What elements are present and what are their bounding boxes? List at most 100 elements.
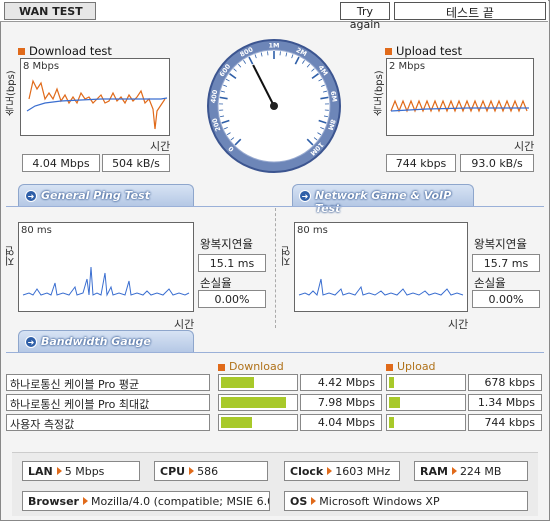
upload-average-line (390, 107, 529, 112)
upload-value: 678 kbps (468, 374, 542, 391)
bandwidth-divider (6, 352, 544, 353)
download-mbps-value: 4.04 Mbps (22, 154, 100, 172)
info-browser-key: Browser (28, 495, 79, 508)
upload-bar-fill (389, 417, 394, 428)
ping-divider-top (6, 206, 544, 207)
download-test-label: Download test (18, 44, 112, 58)
info-clock-key: Clock (290, 465, 324, 478)
upload-bar (386, 394, 466, 411)
info-browser-value: Mozilla/4.0 (compatible; MSIE 6.0 (90, 495, 270, 508)
upload-chart-svg (390, 99, 529, 113)
bullet-icon (386, 363, 393, 371)
ping-divider-middle (275, 208, 276, 328)
bandwidth-row-label: 하나로통신 케이블 Pro 최대값 (6, 394, 210, 411)
info-os-key: OS (290, 495, 308, 508)
info-ram-value: 224 MB (459, 465, 502, 478)
info-clock-value: 1603 MHz (335, 465, 391, 478)
download-chart-svg (26, 79, 168, 130)
info-ram-key: RAM (420, 465, 448, 478)
tab-general-ping[interactable]: ➜ General Ping Test (18, 184, 194, 206)
download-ylabel: 속도(bps) (6, 70, 17, 116)
ping-general-chart: 80 ms (18, 222, 194, 312)
ping-game-rtt-value: 15.7 ms (472, 254, 540, 272)
download-kbs-value: 504 kB/s (102, 154, 170, 172)
download-chart: 8 Mbps (20, 58, 170, 136)
triangle-icon (451, 467, 457, 475)
ping-general-rtt-value: 15.1 ms (198, 254, 266, 272)
download-value: 7.98 Mbps (300, 394, 382, 411)
ping-general-series-line (22, 266, 190, 297)
bullet-icon (18, 48, 25, 55)
try-again-button[interactable]: Try again (340, 2, 390, 31)
download-bar-fill (221, 397, 286, 408)
download-bar (218, 414, 298, 431)
tab-bandwidth-gauge[interactable]: ➜ Bandwidth Gauge (18, 330, 194, 352)
ping-general-rtt-label: 왕복지연율 (200, 237, 253, 251)
download-bar (218, 394, 298, 411)
gauge-tick-label: 6M (329, 90, 339, 102)
upload-bar-fill (389, 397, 400, 408)
upload-test-title: Upload test (396, 44, 463, 58)
upload-bar (386, 414, 466, 431)
system-info-area: LAN 5 Mbps CPU 586 Clock 1603 MHz RAM 224 MB… (12, 452, 538, 516)
arrow-right-icon: ➜ (25, 336, 37, 348)
bandwidth-row-label: 하나로통신 케이블 Pro 평균 (6, 374, 210, 391)
info-cpu-value: 586 (197, 465, 219, 478)
download-value: 4.04 Mbps (300, 414, 382, 431)
bandwidth-download-header: Download (218, 360, 284, 373)
upload-bar (386, 374, 466, 391)
info-lan: LAN 5 Mbps (22, 461, 140, 481)
download-bar-fill (221, 377, 254, 388)
download-series-line (28, 79, 166, 130)
upload-kbs-value: 93.0 kB/s (460, 154, 534, 172)
download-test-title: Download test (29, 44, 112, 58)
info-lan-key: LAN (28, 465, 53, 478)
bandwidth-upload-title: Upload (397, 360, 436, 373)
download-bar (218, 374, 298, 391)
tab-network-game[interactable]: ➜ Network Game & VoIP Test (292, 184, 474, 215)
ping-game-chart: 80 ms (294, 222, 468, 312)
upload-bar-fill (389, 377, 394, 388)
triangle-icon (327, 467, 333, 475)
info-lan-value: 5 Mbps (64, 465, 105, 478)
upload-chart: 2 Mbps (386, 58, 534, 136)
bandwidth-upload-header: Upload (386, 360, 436, 373)
info-ram: RAM 224 MB (414, 461, 528, 481)
upload-ylabel: 속도(bps) (374, 70, 385, 116)
ping-game-rtt-label: 왕복지연율 (474, 237, 527, 251)
info-cpu: CPU 586 (154, 461, 268, 481)
info-browser: Browser Mozilla/4.0 (compatible; MSIE 6.0 (22, 491, 270, 511)
ping-general-svg (22, 266, 190, 297)
bandwidth-download-title: Download (229, 360, 284, 373)
download-value: 4.42 Mbps (300, 374, 382, 391)
upload-value: 1.34 Mbps (468, 394, 542, 411)
ping-general-loss-label: 손실율 (200, 276, 232, 290)
bullet-icon (385, 48, 392, 55)
top-bar: WAN TEST Try again 테스트 끝 (0, 0, 548, 31)
bandwidth-row-label: 사용자 측정값 (6, 414, 210, 431)
download-xlabel: 시간 (150, 140, 171, 153)
triangle-icon (56, 467, 62, 475)
arrow-right-icon: ➜ (299, 190, 311, 202)
gauge-tick-label: 1M (269, 42, 280, 50)
upload-xlabel: 시간 (514, 140, 535, 153)
ping-game-loss-label: 손실율 (474, 276, 506, 290)
ping-general-loss-value: 0.00% (198, 290, 266, 308)
ping-game-series-line (298, 278, 464, 296)
arrow-right-icon: ➜ (25, 190, 37, 202)
info-os: OS Microsoft Windows XP (284, 491, 528, 511)
status-title: 테스트 끝 (394, 2, 546, 20)
triangle-icon (311, 497, 317, 505)
triangle-icon (82, 497, 88, 505)
upload-kbps-value: 744 kbps (386, 154, 456, 172)
tab-bandwidth-gauge-label: Bandwidth Gauge (41, 335, 151, 348)
wan-test-tab[interactable]: WAN TEST (4, 2, 96, 20)
triangle-icon (189, 467, 195, 475)
bullet-icon (218, 363, 225, 371)
download-average-line (26, 97, 168, 112)
upload-test-label: Upload test (385, 44, 462, 58)
ping-game-xlabel: 시간 (448, 318, 469, 331)
upload-value: 744 kbps (468, 414, 542, 431)
download-bar-fill (221, 417, 252, 428)
info-os-value: Microsoft Windows XP (319, 495, 440, 508)
